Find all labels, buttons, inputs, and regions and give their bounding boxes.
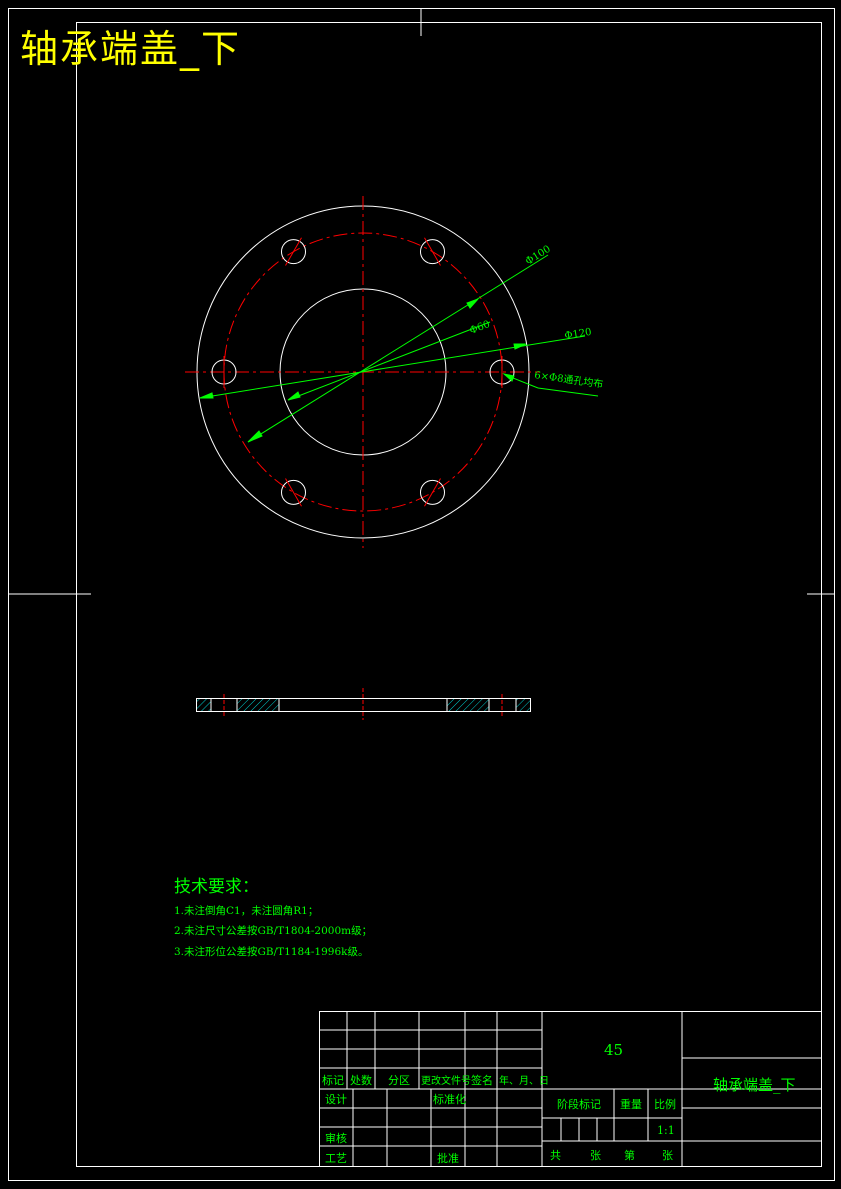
hatch-area bbox=[197, 698, 211, 712]
drawing-title: 轴承端盖_下 bbox=[20, 27, 242, 71]
tb-label-stage-mark: 阶段标记 bbox=[557, 1098, 601, 1111]
dim-text-d60: Φ60 bbox=[468, 319, 491, 337]
bolt-hole bbox=[420, 478, 445, 507]
tb-label-zone: 分区 bbox=[388, 1074, 410, 1087]
bolt-hole bbox=[281, 237, 306, 266]
drawing-canvas: Φ100 Φ60 Φ120 6×Φ8通孔均布 bbox=[8, 8, 835, 1181]
tb-label-signature: 签名 bbox=[471, 1074, 493, 1087]
bolt-hole bbox=[420, 237, 445, 266]
dim-line-d100 bbox=[247, 254, 549, 443]
tb-label-standardization: 标准化 bbox=[433, 1093, 466, 1106]
tb-label-total: 共 bbox=[550, 1149, 561, 1162]
tb-material: 45 bbox=[604, 1041, 624, 1059]
tb-label-mark: 标记 bbox=[322, 1074, 344, 1087]
tb-label-change-doc: 更改文件号 bbox=[421, 1076, 471, 1087]
tech-requirement-item: 2.未注尺寸公差按GB/T1804-2000m级； bbox=[174, 925, 373, 937]
arrow-head bbox=[466, 298, 479, 309]
dim-line-d120 bbox=[199, 335, 586, 399]
dim-text-holes: 6×Φ8通孔均布 bbox=[534, 369, 604, 391]
hatch-area bbox=[237, 698, 279, 712]
tb-label-sheet-unit: 张 bbox=[662, 1149, 673, 1162]
dimension-lines bbox=[199, 254, 599, 443]
tech-requirement-item: 3.未注形位公差按GB/T1184-1996k级。 bbox=[174, 946, 369, 958]
arrow-head bbox=[247, 430, 263, 443]
arrow-head bbox=[513, 343, 527, 350]
tb-label-design: 设计 bbox=[325, 1093, 347, 1106]
top-view: Φ100 Φ60 Φ120 6×Φ8通孔均布 bbox=[185, 196, 604, 548]
inner-frame bbox=[76, 22, 822, 1167]
arrow-head bbox=[199, 392, 214, 399]
tb-label-approve: 批准 bbox=[437, 1152, 459, 1165]
tb-label-weight: 重量 bbox=[620, 1098, 642, 1111]
dim-line-d60 bbox=[287, 321, 491, 401]
leader-holes-shelf bbox=[537, 387, 599, 397]
hatch-area bbox=[447, 698, 489, 712]
tb-label-sheet-no: 第 bbox=[624, 1149, 635, 1162]
tech-requirement-item: 1.未注倒角C1，未注圆角R1； bbox=[174, 905, 319, 917]
bolt-hole bbox=[281, 478, 306, 507]
dim-text-d100: Φ100 bbox=[524, 244, 553, 268]
tb-label-process: 工艺 bbox=[325, 1152, 347, 1165]
dim-text-d120: Φ120 bbox=[564, 327, 593, 342]
arrow-head bbox=[502, 373, 515, 382]
hatch-area bbox=[516, 698, 530, 712]
tb-label-review: 审核 bbox=[325, 1132, 347, 1145]
tb-scale-value: 1:1 bbox=[657, 1124, 675, 1137]
tech-requirements-heading: 技术要求： bbox=[174, 877, 259, 897]
outer-frame bbox=[8, 8, 835, 1181]
tb-label-count: 处数 bbox=[350, 1074, 372, 1087]
tb-label-sheets: 张 bbox=[590, 1149, 601, 1162]
arrow-head bbox=[287, 391, 301, 401]
tb-label-scale: 比例 bbox=[654, 1098, 676, 1111]
tb-part-name: 轴承端盖_下 bbox=[713, 1076, 796, 1094]
tb-label-date: 年、月、日 bbox=[499, 1076, 549, 1087]
section-view bbox=[196, 688, 531, 720]
